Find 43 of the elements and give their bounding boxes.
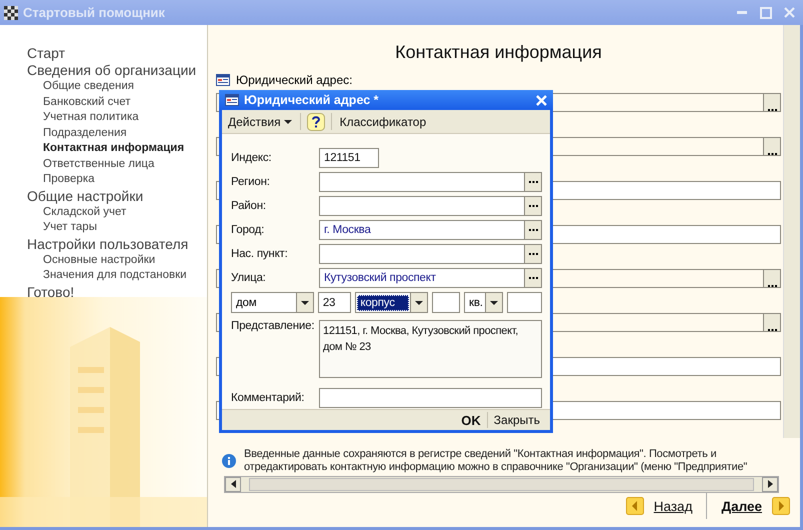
sidebar-item[interactable]: Банковский счет — [27, 94, 131, 110]
page-title: Контактная информация — [394, 42, 603, 63]
field-label: Район: — [231, 200, 267, 212]
sidebar-item[interactable]: Учетная политика — [27, 110, 139, 126]
info-text: Введенные данные сохраняются в регистре сведений "Контактная информация". Посмотреть и отредактировать контактную информацию можно в справочнике "Организации" (меню "Предприятие" — [244, 448, 748, 474]
sidebar-item[interactable]: Проверка — [27, 172, 95, 188]
choice-field[interactable]: г. Москва — [319, 220, 542, 240]
field-label: Юридический адрес: — [236, 73, 352, 87]
field-label: Индекс: — [231, 152, 272, 164]
field-label: Улица: — [231, 272, 267, 284]
sidebar-item[interactable]: Настройки пользователя — [27, 236, 188, 252]
sidebar-item[interactable]: Контактная информация — [27, 141, 184, 156]
sidebar-item[interactable]: Складской учет — [27, 204, 126, 220]
back-link[interactable]: Назад — [626, 497, 692, 515]
field-label: Нас. пункт: — [231, 248, 289, 260]
field-label: Регион: — [231, 176, 271, 188]
choice-field[interactable]: Кутузовский проспект — [319, 268, 542, 288]
window-title: Стартовый помощник — [23, 5, 166, 20]
field-label: Представление: — [231, 320, 316, 334]
dialog-title: Юридический адрес * — [244, 93, 380, 107]
index-field[interactable]: 121151 — [319, 148, 379, 168]
sidebar-item[interactable]: Основные настройки — [27, 252, 156, 268]
sidebar-item[interactable]: Готово! — [27, 284, 74, 300]
sidebar-item[interactable]: Общие настройки — [27, 188, 144, 204]
field-label: Комментарий: — [231, 392, 306, 404]
dropdown[interactable]: дом — [231, 292, 314, 313]
presentation-field: 121151, г. Москва, Кутузовский проспект, дом № 23 — [319, 320, 542, 378]
sidebar-item[interactable]: Общие сведения — [27, 79, 134, 94]
sidebar-item[interactable]: Старт — [27, 45, 66, 62]
sidebar-item[interactable]: Подразделения — [27, 126, 127, 141]
dropdown[interactable]: кв. — [464, 292, 504, 313]
actions-menu[interactable]: Действия — [226, 114, 294, 128]
sidebar-item[interactable]: Учет тары — [27, 220, 97, 236]
sidebar-item[interactable]: Сведения об организации — [27, 62, 196, 79]
ok-button[interactable]: OK — [455, 412, 487, 428]
input-field[interactable]: 23 — [318, 292, 352, 313]
next-link[interactable]: Далее — [721, 497, 790, 515]
sidebar-item[interactable]: Ответственные лица — [27, 156, 154, 172]
field-label: Город: — [231, 224, 266, 236]
classifier-button[interactable]: Классификатор — [338, 114, 428, 128]
sidebar-item[interactable]: Значения для подстановки — [27, 268, 187, 284]
dropdown[interactable]: корпус — [355, 292, 428, 313]
close-button[interactable]: Закрыть — [488, 413, 546, 427]
